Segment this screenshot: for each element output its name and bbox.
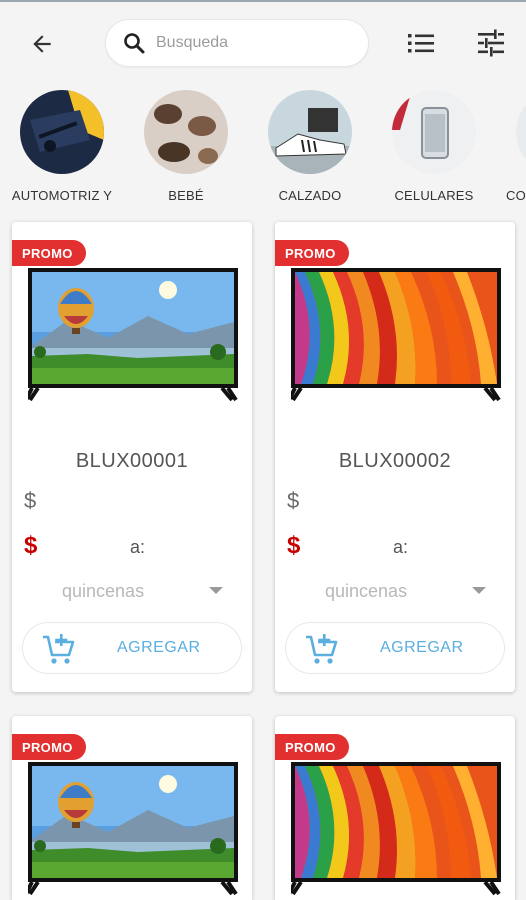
category-label: CO <box>506 188 526 203</box>
category-celulares[interactable]: CELULARES <box>372 90 496 203</box>
add-label: AGREGAR <box>117 639 201 656</box>
promo-badge: PROMO <box>275 734 349 760</box>
promo-badge: PROMO <box>275 240 349 266</box>
app-header <box>0 2 526 84</box>
product-code: BLUX00002 <box>338 450 452 472</box>
category-automotriz[interactable]: AUTOMOTRIZ Y <box>0 90 124 203</box>
promo-badge: PROMO <box>12 240 86 266</box>
installment-prefix: a: <box>393 537 409 557</box>
product-card[interactable]: PROMO <box>275 716 515 900</box>
product-code: BLUX00001 <box>75 450 189 472</box>
price-symbol: $ <box>24 488 37 513</box>
filter-button[interactable] <box>474 26 508 60</box>
category-partial[interactable]: CO <box>496 90 526 203</box>
category-image <box>20 90 104 174</box>
sale-price-symbol: $ <box>287 532 301 559</box>
product-image <box>28 268 238 402</box>
product-image <box>291 762 501 896</box>
product-card[interactable]: PROMO BLUX00001 $ $ a: quincenas AGREGAR <box>12 222 252 692</box>
category-image <box>268 90 352 174</box>
list-view-icon <box>408 34 434 53</box>
installments-select[interactable]: quincenas <box>315 576 487 606</box>
arrow-left-icon <box>33 35 51 53</box>
installments-select[interactable]: quincenas <box>52 576 224 606</box>
product-image <box>28 762 238 896</box>
product-image <box>291 268 501 402</box>
price-symbol: $ <box>287 488 300 513</box>
sliders-filter-icon <box>478 29 504 57</box>
category-calzado[interactable]: CALZADO <box>248 90 372 203</box>
category-carousel[interactable]: AUTOMOTRIZ Y BEBÉ CALZADO CELULARES CO <box>0 84 526 206</box>
category-image <box>392 90 476 174</box>
search-input[interactable] <box>156 34 346 52</box>
list-view-button[interactable] <box>404 26 438 60</box>
add-to-cart-button[interactable]: AGREGAR <box>22 622 242 674</box>
category-image <box>516 90 526 174</box>
category-image <box>144 90 228 174</box>
category-label: AUTOMOTRIZ Y <box>11 188 113 203</box>
add-to-cart-button[interactable]: AGREGAR <box>285 622 505 674</box>
add-label: AGREGAR <box>380 639 464 656</box>
search-icon <box>124 33 145 54</box>
category-bebe[interactable]: BEBÉ <box>124 90 248 203</box>
installments-value: quincenas <box>325 580 408 601</box>
dropdown-arrow-icon <box>472 587 486 594</box>
installments-value: quincenas <box>62 580 145 601</box>
product-card[interactable]: PROMO BLUX00002 $ $ a: quincenas AGREGAR <box>275 222 515 692</box>
search-bar[interactable] <box>106 20 368 66</box>
category-label: CELULARES <box>394 188 474 203</box>
add-cart-icon <box>43 634 75 664</box>
installment-prefix: a: <box>130 537 146 557</box>
category-label: CALZADO <box>278 188 342 203</box>
dropdown-arrow-icon <box>209 587 223 594</box>
category-label: BEBÉ <box>168 188 204 203</box>
sale-price-symbol: $ <box>24 532 38 559</box>
promo-badge: PROMO <box>12 734 86 760</box>
product-card[interactable]: PROMO <box>12 716 252 900</box>
back-button[interactable] <box>22 24 62 64</box>
add-cart-icon <box>306 634 338 664</box>
